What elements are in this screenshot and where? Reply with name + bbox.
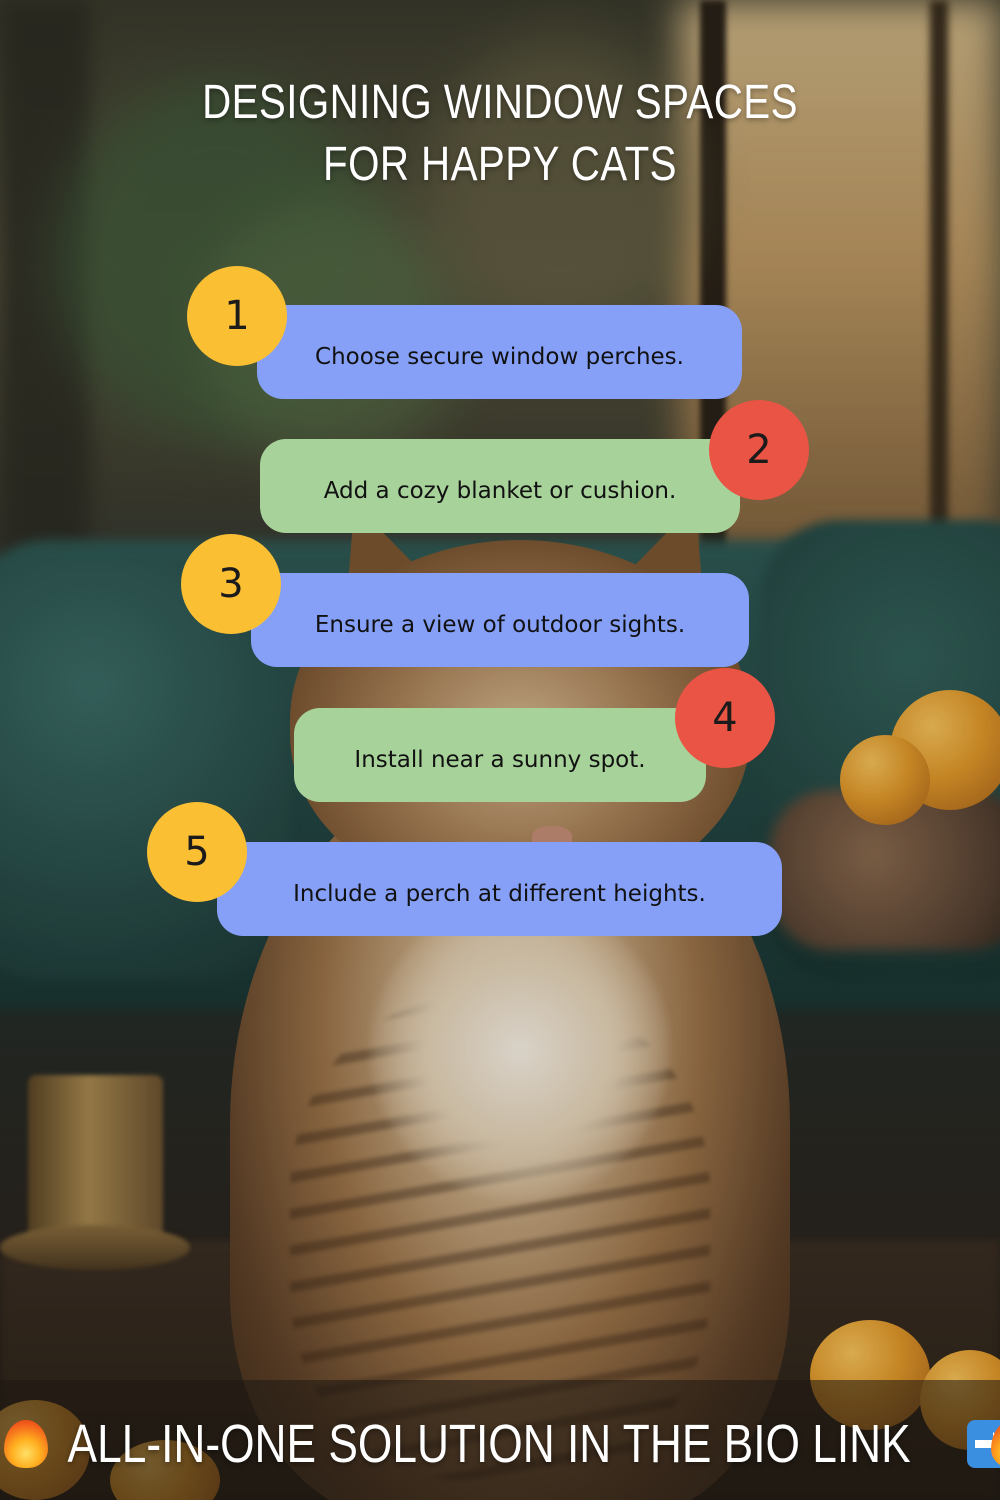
step-2-label: Add a cozy blanket or cushion. <box>260 439 740 533</box>
fire-icon <box>987 1418 1000 1470</box>
step-5-number-badge: 5 <box>147 802 247 902</box>
step-5-label: Include a perch at different heights. <box>217 842 782 936</box>
step-3-label: Ensure a view of outdoor sights. <box>251 573 749 667</box>
step-4-number-badge: 4 <box>675 668 775 768</box>
cta-text[interactable]: ALL-IN-ONE SOLUTION IN THE BIO LINK <box>67 1413 910 1475</box>
fire-icon <box>0 1418 48 1470</box>
page-title: DESIGNING WINDOW SPACES FOR HAPPY CATS <box>202 76 798 191</box>
step-4-label: Install near a sunny spot. <box>294 708 706 802</box>
step-1-label: Choose secure window perches. <box>257 305 742 399</box>
cta-row[interactable]: ALL-IN-ONE SOLUTION IN THE BIO LINK <box>0 1396 1000 1492</box>
step-1-number-badge: 1 <box>187 266 287 366</box>
step-2-number-badge: 2 <box>709 400 809 500</box>
step-3-number-badge: 3 <box>181 534 281 634</box>
right-arrow-icon <box>965 1418 1000 1470</box>
